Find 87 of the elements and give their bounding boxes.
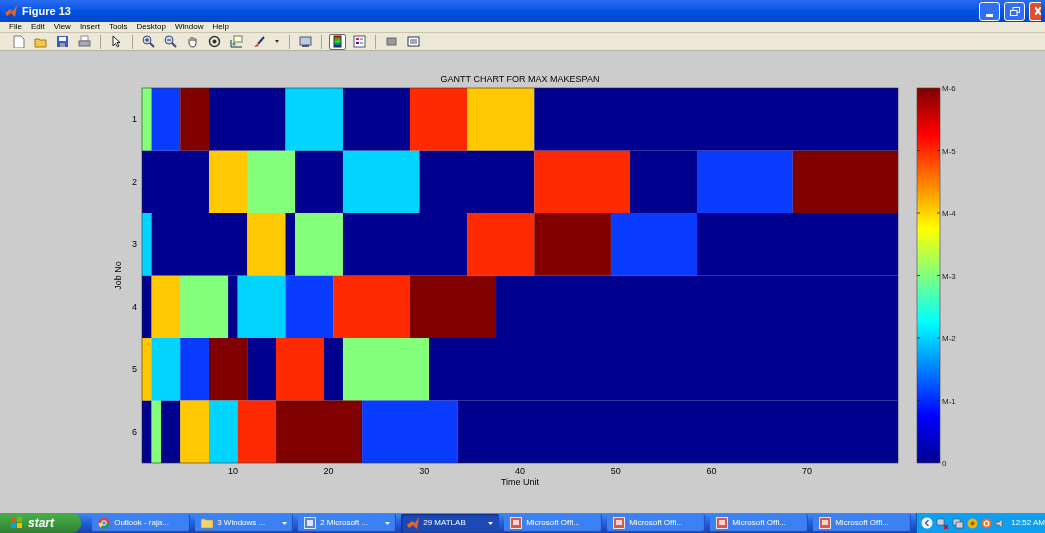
square-icon [385, 35, 398, 48]
menu-item[interactable]: File [9, 22, 22, 32]
browser-icon [98, 517, 111, 529]
tick-label: 4 [132, 301, 137, 312]
monitor-button[interactable] [297, 33, 314, 50]
save-icon [56, 35, 69, 48]
computers-icon [952, 517, 965, 529]
presentation-icon [613, 517, 626, 529]
restore-button[interactable] [1004, 1, 1025, 21]
tick-label: 1 [132, 114, 137, 125]
colorbar-label: M-3 [942, 271, 956, 281]
tick-label: 2 [132, 176, 137, 187]
taskbar-button[interactable]: 2 Microsoft ... [298, 514, 397, 532]
axis-label: Time Unit [500, 477, 540, 487]
ring-icon [981, 517, 993, 529]
data-cursor-icon [230, 35, 243, 48]
monitor-icon [299, 35, 312, 48]
tick-label: 20 [323, 466, 334, 476]
tick-label: 10 [227, 466, 238, 476]
colorbar-label: M-4 [942, 209, 956, 218]
folder-icon [201, 517, 214, 529]
document-icon [304, 517, 317, 529]
menu-item[interactable]: Help [212, 22, 229, 32]
hand-icon [186, 35, 199, 48]
presentation-icon [716, 517, 729, 529]
restore-icon [1009, 6, 1020, 16]
pointer-icon [110, 35, 123, 48]
tick-label: 60 [706, 466, 717, 476]
menu-item[interactable]: Tools [108, 22, 128, 32]
menu-item[interactable]: Insert [79, 22, 100, 32]
tick-label: 5 [132, 364, 137, 375]
close-button[interactable] [1029, 1, 1041, 21]
minimize-icon [986, 13, 993, 17]
start-button[interactable]: start [0, 513, 82, 533]
axis-label: Job No [113, 261, 123, 290]
menu-item[interactable]: Desktop [136, 22, 166, 32]
presentation-icon [510, 517, 523, 529]
window-icon [407, 35, 420, 48]
rotate-icon [208, 35, 221, 48]
chart-title: GANTT CHART FOR MAX MAKESPAN [440, 74, 600, 84]
save-button[interactable] [54, 33, 71, 50]
tick-label: 30 [419, 466, 430, 476]
menu-item[interactable]: Edit [30, 22, 45, 32]
colorbar-label: 0 [942, 459, 947, 468]
taskbar-button[interactable]: Microsoft Offi... [504, 514, 603, 532]
legend-icon [353, 35, 366, 48]
legend-button[interactable] [351, 33, 368, 50]
clock: 12:52 AM [1011, 517, 1045, 529]
close-icon [1035, 7, 1041, 15]
taskbar-button[interactable]: Microsoft Offi... [607, 514, 706, 532]
tick-label: 40 [515, 466, 525, 476]
window-button[interactable] [405, 33, 422, 50]
colorbar-label: M-6 [942, 84, 956, 93]
chevron-icon [921, 517, 934, 529]
taskbar-button[interactable]: Microsoft Offi... [710, 514, 809, 532]
brush-icon [252, 35, 265, 48]
zoom-out-icon [164, 35, 177, 48]
minimize-button[interactable] [979, 1, 1000, 21]
colorbar-label: M-1 [942, 396, 956, 406]
menu-item[interactable]: View [53, 22, 71, 32]
tick-label: 70 [802, 466, 813, 476]
taskbar-button[interactable]: 3 Windows ... [195, 514, 294, 532]
matlab-icon [407, 517, 420, 529]
tick-label: 50 [610, 466, 621, 476]
new-file-icon [12, 35, 25, 48]
folder-icon [34, 35, 47, 48]
matlab-icon [4, 4, 18, 18]
window-title: Figure 13 [22, 3, 72, 19]
zoom-in-icon [142, 35, 155, 48]
taskbar-button[interactable]: Microsoft Offi... [813, 514, 912, 532]
gantt-bar [285, 88, 343, 151]
taskbar-button[interactable]: 29 MATLAB [401, 514, 500, 532]
colorbar-label: M-2 [942, 334, 956, 343]
gantt-bar [342, 88, 410, 151]
tick-label: 6 [132, 426, 137, 437]
taskbar-button[interactable]: Outlook - raja... [92, 514, 191, 532]
colorbar-label: M-5 [942, 146, 956, 156]
windows-icon [10, 516, 24, 530]
tick-label: 3 [132, 239, 137, 250]
printer-icon [78, 35, 91, 48]
colorbar-button[interactable] [329, 33, 346, 50]
coin-icon [967, 517, 979, 529]
network-icon [936, 517, 950, 529]
data-cursor-button[interactable] [228, 33, 245, 50]
colorbar-icon [331, 35, 344, 48]
menu-item[interactable]: Window [174, 22, 204, 32]
presentation-icon [819, 517, 832, 529]
